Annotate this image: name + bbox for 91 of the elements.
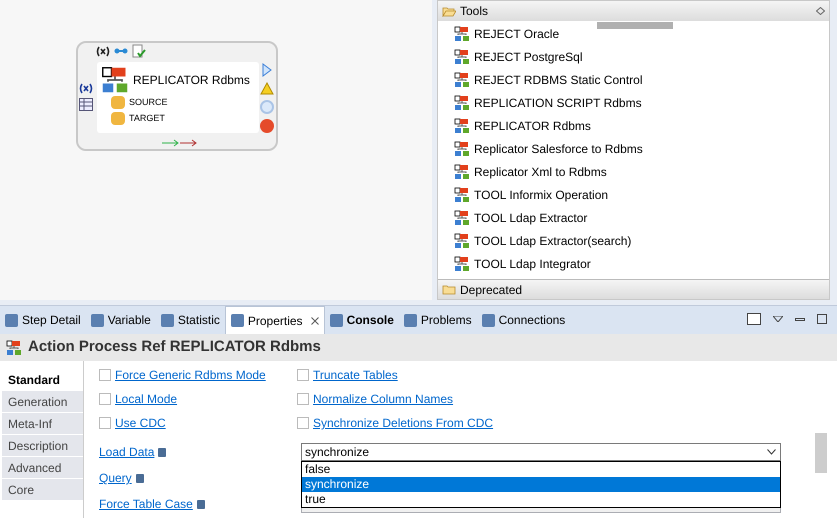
- tab-icon: [90, 314, 104, 326]
- view-tab[interactable]: Variable: [86, 306, 156, 334]
- palette-item[interactable]: TOOL Informix Operation: [454, 183, 829, 206]
- checkbox[interactable]: [99, 393, 111, 405]
- variable-icon: [96, 46, 110, 56]
- table-icon: [79, 98, 93, 111]
- flow-icon: [6, 340, 22, 356]
- tab-icon: [330, 314, 343, 326]
- section-tab[interactable]: Advanced: [2, 457, 83, 479]
- document-check-icon: [132, 44, 146, 58]
- palette-group[interactable]: Deprecated: [438, 279, 829, 299]
- tab-icon: [160, 314, 174, 326]
- dropdown-field[interactable]: synchronize: [301, 443, 781, 461]
- tab-icon: [482, 314, 495, 326]
- checkbox[interactable]: [297, 369, 309, 381]
- flow-icon: [454, 210, 470, 226]
- link-icon: [114, 47, 128, 55]
- tab-icon: [230, 314, 244, 327]
- palette-item[interactable]: TOOL Ldap Extractor: [454, 206, 829, 229]
- flow-icon: [454, 186, 470, 202]
- flow-icon: [454, 94, 470, 110]
- palette-item[interactable]: REPLICATION SCRIPT Rdbms: [454, 91, 829, 114]
- flow-icon: [454, 256, 470, 272]
- node-title: REPLICATOR Rdbms: [133, 72, 250, 89]
- view-tab[interactable]: Connections: [476, 306, 570, 334]
- checkbox[interactable]: [99, 369, 111, 381]
- option-link[interactable]: Normalize Column Names: [313, 390, 454, 408]
- close-icon[interactable]: [310, 316, 319, 324]
- scrollbar-thumb[interactable]: [815, 433, 827, 473]
- palette-item[interactable]: Replicator Xml to Rdbms: [454, 160, 829, 183]
- maximize-icon[interactable]: [817, 314, 827, 324]
- palette-item[interactable]: REPLICATOR Rdbms: [454, 114, 829, 137]
- flow-icon: [454, 140, 470, 156]
- collapse-icon[interactable]: [816, 7, 825, 15]
- field-link[interactable]: Load Data: [99, 443, 154, 461]
- minimize-icon[interactable]: [795, 318, 805, 320]
- palette-group[interactable]: Tools: [438, 1, 829, 21]
- port-label: SOURCE: [129, 96, 168, 109]
- view-tab[interactable]: Console: [324, 306, 399, 334]
- info-icon: [158, 448, 166, 456]
- field-link[interactable]: Query: [99, 469, 132, 487]
- palette-item[interactable]: TOOL Ldap Extractor(search): [454, 229, 829, 252]
- checkbox[interactable]: [297, 417, 309, 429]
- palette-item[interactable]: REJECT Oracle: [454, 22, 829, 45]
- step-node[interactable]: REPLICATOR Rdbms SOURCE TARGET: [76, 41, 278, 151]
- checkbox[interactable]: [297, 393, 309, 405]
- flow-icon: [454, 164, 470, 180]
- palette-item[interactable]: REJECT PostgreSql: [454, 45, 829, 68]
- section-tab[interactable]: Core: [2, 479, 83, 501]
- port-label: TARGET: [129, 112, 165, 125]
- view-menu-icon[interactable]: [773, 316, 783, 322]
- field-link[interactable]: Force Table Case: [99, 495, 193, 513]
- option-link[interactable]: Local Mode: [115, 390, 178, 408]
- flow-icon: [454, 232, 470, 248]
- info-icon: [136, 474, 144, 482]
- flow-icon: [101, 66, 129, 94]
- folder-icon: [442, 6, 456, 16]
- properties-title: Action Process Ref REPLICATOR Rdbms: [28, 337, 321, 358]
- arrows-icon: [162, 139, 198, 147]
- dropdown-option[interactable]: synchronize: [302, 477, 780, 492]
- flow-icon: [454, 118, 470, 134]
- view-tab[interactable]: Statistic: [156, 306, 225, 334]
- variable-icon: [79, 83, 93, 94]
- palette-item[interactable]: Replicator Salesforce to Rdbms: [454, 137, 829, 160]
- palette-item[interactable]: TOOL Ldap Integrator: [454, 252, 829, 275]
- warning-icon: [260, 82, 274, 95]
- flow-icon: [454, 48, 470, 64]
- tab-icon: [5, 314, 18, 326]
- info-icon: [196, 500, 205, 508]
- folder-icon: [442, 284, 456, 295]
- palette-item[interactable]: REJECT RDBMS Static Control: [454, 68, 829, 91]
- section-tab[interactable]: Description: [2, 435, 83, 457]
- option-link[interactable]: Force Generic Rdbms Mode: [115, 366, 266, 384]
- view-tab[interactable]: Step Detail: [0, 306, 86, 334]
- dropdown-option[interactable]: true: [302, 492, 780, 507]
- option-link[interactable]: Use CDC: [115, 414, 166, 432]
- tab-icon: [404, 314, 417, 326]
- dropdown-option[interactable]: false: [302, 462, 780, 477]
- section-tab[interactable]: Meta-Inf: [2, 413, 83, 435]
- option-link[interactable]: Synchronize Deletions From CDC: [313, 414, 494, 432]
- option-link[interactable]: Truncate Tables: [313, 366, 398, 384]
- stop-icon: [260, 119, 274, 133]
- view-tab[interactable]: Problems: [398, 306, 477, 334]
- play-icon: [262, 63, 272, 77]
- chevron-icon: [767, 449, 776, 455]
- section-tab[interactable]: Generation: [2, 391, 83, 413]
- scroll-up-button[interactable]: [597, 22, 673, 29]
- flow-icon: [454, 26, 470, 42]
- checkbox[interactable]: [99, 417, 111, 429]
- flow-icon: [454, 72, 470, 88]
- view-tab[interactable]: Properties: [224, 306, 325, 334]
